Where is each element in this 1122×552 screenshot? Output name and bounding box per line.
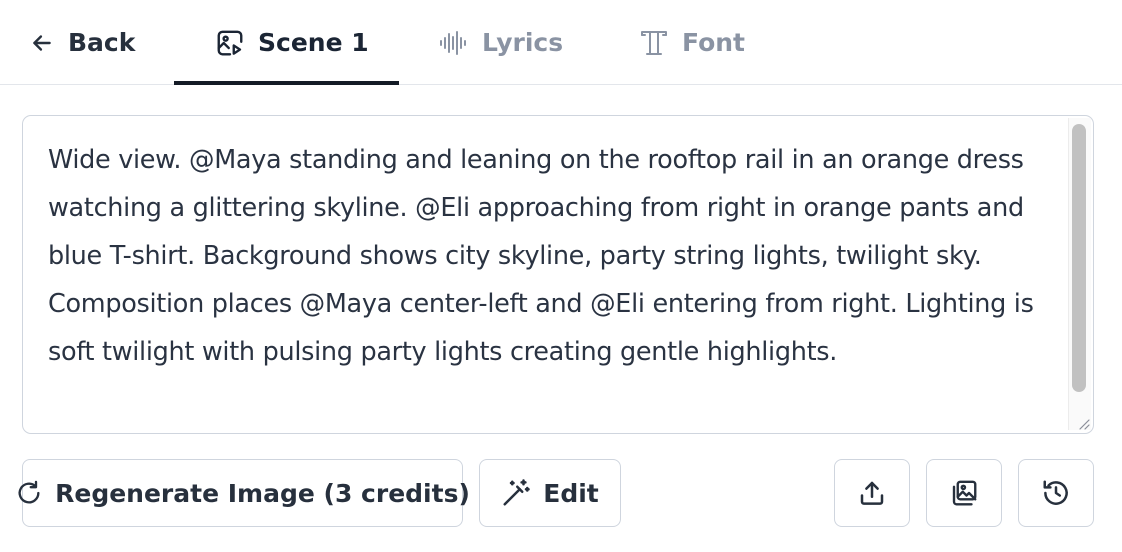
scene-prompt-text[interactable]: Wide view. @Maya standing and leaning on… — [48, 136, 1038, 376]
audio-waveform-icon — [438, 27, 470, 59]
tab-lyrics-label: Lyrics — [482, 28, 564, 57]
tab-font-label: Font — [682, 28, 745, 57]
tab-scene-1[interactable]: Scene 1 — [214, 0, 369, 85]
magic-wand-icon — [501, 478, 531, 508]
regenerate-label: Regenerate Image (3 credits) — [55, 478, 470, 508]
images-icon — [949, 478, 979, 508]
scene-prompt-textarea[interactable]: Wide view. @Maya standing and leaning on… — [22, 115, 1094, 434]
regenerate-image-button[interactable]: Regenerate Image (3 credits) — [18, 459, 470, 527]
edit-label: Edit — [543, 478, 599, 508]
active-tab-indicator — [174, 81, 399, 85]
upload-button[interactable] — [834, 459, 910, 527]
rotate-cw-icon — [15, 478, 43, 508]
tab-scene-label: Scene 1 — [258, 28, 369, 57]
upload-icon — [857, 478, 887, 508]
tab-font[interactable]: Font — [638, 0, 745, 85]
scrollbar-thumb[interactable] — [1072, 124, 1086, 392]
tab-lyrics[interactable]: Lyrics — [438, 0, 563, 85]
arrow-left-icon — [28, 27, 56, 59]
history-icon — [1041, 478, 1071, 508]
image-gallery-button[interactable] — [926, 459, 1002, 527]
image-play-icon — [214, 27, 246, 59]
resize-grip-icon[interactable] — [1075, 415, 1091, 431]
back-label: Back — [68, 28, 136, 57]
type-icon — [638, 27, 670, 59]
tab-bar: Back Scene 1 Lyrics Font — [0, 0, 1122, 85]
edit-button[interactable]: Edit — [479, 459, 621, 527]
history-button[interactable] — [1018, 459, 1094, 527]
back-button[interactable]: Back — [28, 0, 135, 85]
